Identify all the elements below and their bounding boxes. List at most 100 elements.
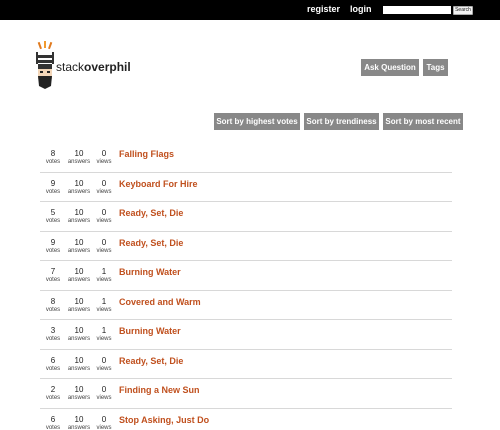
view-label: views xyxy=(96,395,112,401)
answer-label: answers xyxy=(67,247,91,254)
answer-number: 10 xyxy=(74,414,84,424)
answer-count: 10 answers xyxy=(66,297,92,314)
vote-label: votes xyxy=(45,336,61,342)
login-link[interactable]: login xyxy=(350,4,372,14)
answer-label: answers xyxy=(67,277,91,283)
question-title[interactable]: Ready, Set, Die xyxy=(119,356,183,366)
sort-most-recent-button[interactable]: Sort by most recent xyxy=(383,113,463,130)
question-title[interactable]: Finding a New Sun xyxy=(119,385,200,395)
view-label: views xyxy=(96,247,112,254)
vote-count: 3 votes xyxy=(44,326,62,343)
view-label: views xyxy=(96,218,112,224)
question-row: 7 votes 10 answers 1 views Burning Water xyxy=(40,261,452,291)
question-row: 6 votes 10 answers 0 views Stop Asking, Jus… xyxy=(40,409,452,430)
view-label: views xyxy=(96,336,112,342)
vote-label: votes xyxy=(45,247,61,254)
view-number: 0 xyxy=(101,355,107,365)
answer-count: 10 answers xyxy=(66,238,92,255)
vote-label: votes xyxy=(45,395,61,401)
question-title[interactable]: Ready, Set, Die xyxy=(119,238,183,248)
mascot-icon xyxy=(36,41,54,89)
top-bar: register login Search xyxy=(0,0,500,20)
answer-label: answers xyxy=(67,218,91,224)
logo-text: stackoverphil xyxy=(56,60,131,74)
vote-count: 7 votes xyxy=(44,267,62,284)
site-logo[interactable]: stackoverphil xyxy=(34,40,154,96)
tags-button[interactable]: Tags xyxy=(423,59,448,76)
answer-count: 10 answers xyxy=(66,356,92,373)
question-title[interactable]: Ready, Set, Die xyxy=(119,208,183,218)
vote-count: 5 votes xyxy=(44,208,62,225)
question-row: 2 votes 10 answers 0 views Finding a New Su… xyxy=(40,379,452,409)
view-count: 0 views xyxy=(96,208,112,225)
view-count: 1 views xyxy=(96,297,112,314)
question-row: 9 votes 10 answers 0 views Ready, Set, Die xyxy=(40,232,452,261)
search-input[interactable] xyxy=(383,6,451,14)
sort-trendiness-button[interactable]: Sort by trendiness xyxy=(304,113,379,130)
answer-label: answers xyxy=(67,336,91,342)
answer-count: 10 answers xyxy=(66,385,92,402)
vote-label: votes xyxy=(45,277,61,283)
view-number: 0 xyxy=(101,414,107,424)
answer-number: 10 xyxy=(74,178,84,188)
question-title[interactable]: Keyboard For Hire xyxy=(119,179,198,189)
answer-count: 10 answers xyxy=(66,149,92,166)
logo-text-plain: stack xyxy=(56,60,85,74)
view-number: 0 xyxy=(101,178,107,188)
answer-number: 10 xyxy=(74,355,84,365)
answer-label: answers xyxy=(67,188,91,195)
vote-number: 7 xyxy=(50,267,56,276)
vote-count: 6 votes xyxy=(44,356,62,373)
ask-question-button[interactable]: Ask Question xyxy=(361,59,419,76)
vote-number: 8 xyxy=(50,296,56,306)
question-title[interactable]: Burning Water xyxy=(119,267,181,277)
question-title[interactable]: Burning Water xyxy=(119,326,181,336)
view-number: 0 xyxy=(101,149,107,158)
vote-label: votes xyxy=(45,188,61,195)
search-button[interactable]: Search xyxy=(453,6,473,15)
answer-number: 10 xyxy=(74,296,84,306)
question-row: 6 votes 10 answers 0 views Ready, Set, Die xyxy=(40,350,452,379)
view-label: views xyxy=(96,277,112,283)
question-row: 8 votes 10 answers 1 views Covered and Warm xyxy=(40,291,452,320)
view-number: 0 xyxy=(101,237,107,247)
question-row: 8 votes 10 answers 0 views Falling Flags xyxy=(40,143,452,173)
answer-count: 10 answers xyxy=(66,267,92,284)
view-number: 1 xyxy=(101,296,107,306)
sort-highest-votes-button[interactable]: Sort by highest votes xyxy=(214,113,300,130)
answer-count: 10 answers xyxy=(66,326,92,343)
answer-label: answers xyxy=(67,159,91,165)
vote-number: 5 xyxy=(50,208,56,217)
view-label: views xyxy=(96,188,112,195)
register-link[interactable]: register xyxy=(307,4,340,14)
view-count: 1 views xyxy=(96,326,112,343)
answer-number: 10 xyxy=(74,385,84,394)
view-number: 0 xyxy=(101,385,107,394)
view-number: 1 xyxy=(101,267,107,276)
answer-number: 10 xyxy=(74,208,84,217)
question-title[interactable]: Falling Flags xyxy=(119,149,174,159)
view-number: 0 xyxy=(101,208,107,217)
vote-number: 3 xyxy=(50,326,56,335)
vote-count: 6 votes xyxy=(44,415,62,430)
view-count: 0 views xyxy=(96,179,112,196)
view-label: views xyxy=(96,159,112,165)
vote-count: 2 votes xyxy=(44,385,62,402)
vote-count: 9 votes xyxy=(44,179,62,196)
question-title[interactable]: Covered and Warm xyxy=(119,297,201,307)
view-label: views xyxy=(96,424,112,430)
answer-count: 10 answers xyxy=(66,179,92,196)
vote-count: 9 votes xyxy=(44,238,62,255)
question-row: 9 votes 10 answers 0 views Keyboard For Hir… xyxy=(40,173,452,202)
view-count: 0 views xyxy=(96,238,112,255)
logo-text-bold: overphil xyxy=(84,60,131,74)
view-count: 0 views xyxy=(96,385,112,402)
view-count: 0 views xyxy=(96,415,112,430)
vote-number: 2 xyxy=(50,385,56,394)
vote-label: votes xyxy=(45,218,61,224)
vote-number: 9 xyxy=(50,178,56,188)
vote-label: votes xyxy=(45,424,61,430)
answer-count: 10 answers xyxy=(66,208,92,225)
question-title[interactable]: Stop Asking, Just Do xyxy=(119,415,209,425)
vote-label: votes xyxy=(45,306,61,313)
